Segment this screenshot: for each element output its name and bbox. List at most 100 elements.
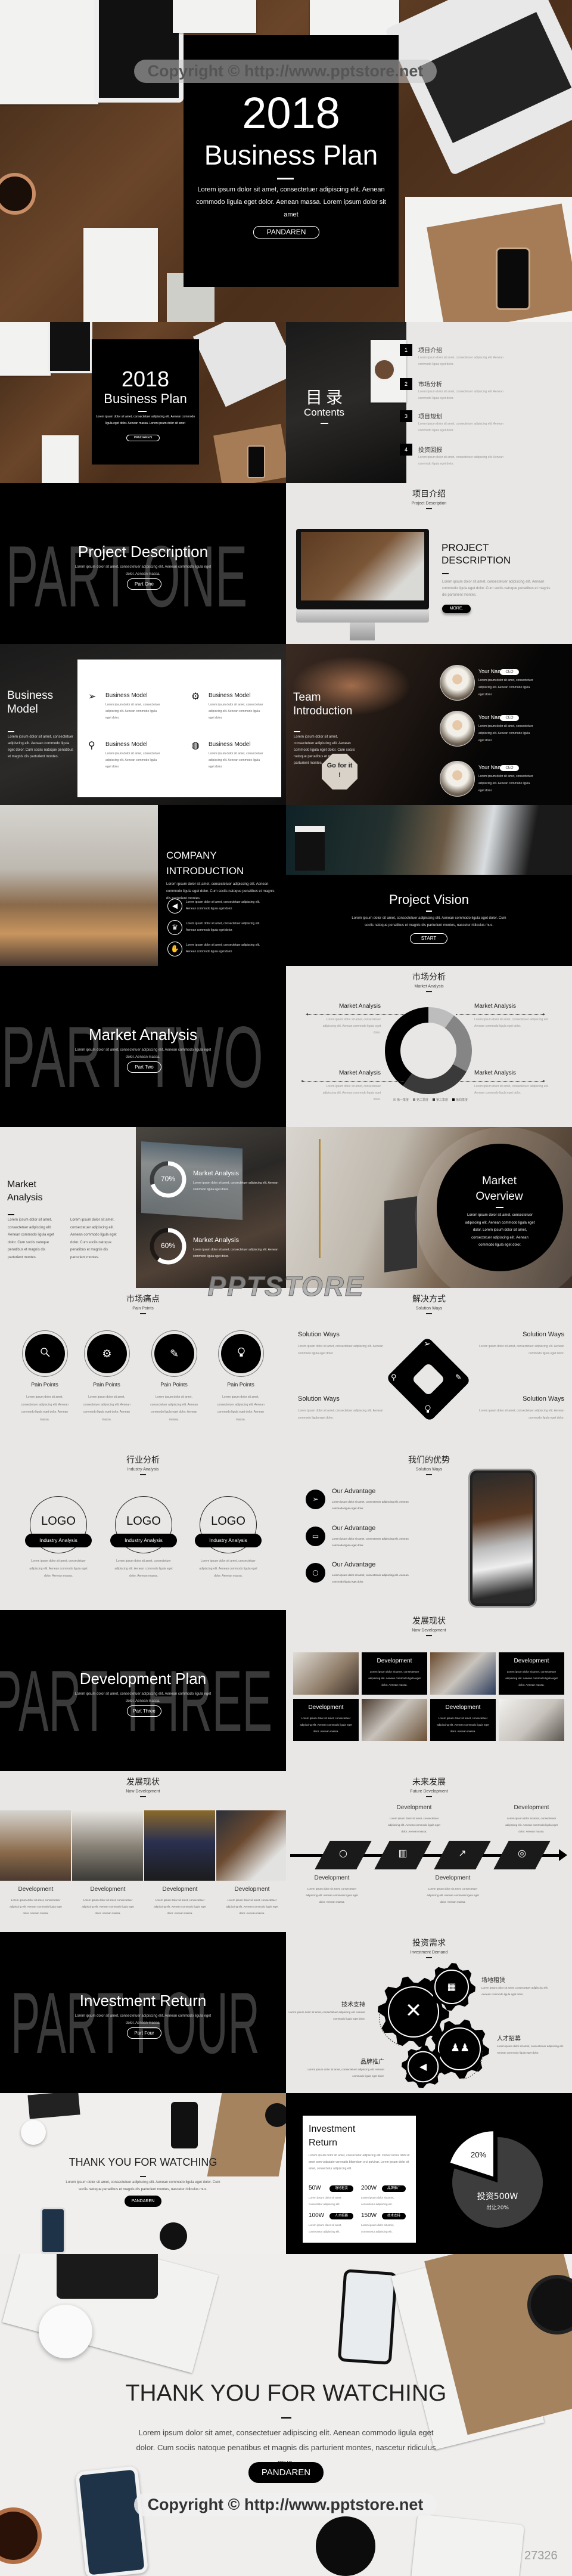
mug-photo <box>160 2222 187 2250</box>
thanks-pandaren-button[interactable]: PANDAREN <box>125 2196 161 2207</box>
slide-investment-demand[interactable]: 投资需求 Investment Demand ▦ ✕ ♟♟ ◀ 场地租赁 Lorem ips… <box>286 1932 572 2093</box>
future-text: Lorem ipsum dolor sit amet, consectetuer… <box>505 1817 558 1833</box>
part-two-button[interactable]: Part Two <box>127 1061 161 1073</box>
final-pandaren-button[interactable]: PANDAREN <box>248 2462 324 2483</box>
lamp-photo <box>319 1139 321 1258</box>
slide-part-three[interactable]: PART THREE Development Plan Lorem ipsum … <box>0 1610 286 1771</box>
slide-company-introduction[interactable]: COMPANY INTRODUCTION Lorem ipsum dolor s… <box>0 805 286 966</box>
slide-investment-return[interactable]: Investment Return Lorem ipsum dolor sit … <box>286 2093 572 2254</box>
start-button[interactable]: START <box>410 933 447 944</box>
development-card-text: Lorem ipsum dolor sit amet, consectetuer… <box>368 1670 421 1686</box>
pie-sub-label: 出让20% <box>486 2205 509 2211</box>
header-en: Solution Ways <box>415 1306 443 1311</box>
slide-team-introduction[interactable]: Team Introduction Lorem ipsum dolor sit … <box>286 644 572 805</box>
slide-pain-points[interactable]: 市场痛点 Pain Points Pain Points Lorem ipsum d… <box>0 1288 286 1449</box>
project-description-text: Lorem ipsum dolor sit amet, consectetuer… <box>442 580 551 597</box>
cover-description: Lorem ipsum dolor sit amet, consectetuer… <box>95 415 195 425</box>
business-model-item-text: Lorem ipsum dolor sit amet, consectetuer… <box>105 752 160 769</box>
part-four-button[interactable]: Part Four <box>127 2027 161 2039</box>
advantage-text: Lorem ipsum dolor sit amet, consectetuer… <box>332 1500 409 1510</box>
team-title: Team Introduction <box>293 691 353 717</box>
cover-description: Lorem ipsum dolor sit amet, consectetuer… <box>196 186 386 218</box>
paper-plane-icon: ➢ <box>306 1490 325 1509</box>
demand-label: 场地租赁 <box>481 1977 505 1984</box>
demand-label: 技术支持 <box>341 2002 365 2008</box>
slide-part-four[interactable]: PART FOUR Investment Return Lorem ipsum … <box>0 1932 286 2093</box>
slide-cover-small[interactable]: 2018 Business Plan Lorem ipsum dolor sit… <box>0 322 286 483</box>
cover-divider <box>138 411 147 412</box>
legend-item: 第一季度 <box>393 1098 409 1102</box>
industry-text: Lorem ipsum dolor sit amet, consectetuer… <box>29 1559 88 1578</box>
phone-sync-photo <box>74 2466 149 2576</box>
slide-project-vision[interactable]: Project Vision Lorem ipsum dolor sit ame… <box>286 805 572 966</box>
imac-stand <box>350 623 375 640</box>
slide-future-development[interactable]: 未来发展 Future Development ○ Development Lorem… <box>286 1771 572 1932</box>
slide-our-advantage[interactable]: 我们的优势 Solution Ways ➢ Our Advantage Lorem i… <box>286 1449 572 1610</box>
business-model-item-text: Lorem ipsum dolor sit amet, consectetuer… <box>209 703 263 720</box>
slide-now-development-photos[interactable]: 发展现状 Now Development Development Lorem ips… <box>0 1771 286 1932</box>
contents-item-label[interactable]: 项目规划 <box>418 411 442 420</box>
slide-industry-analysis[interactable]: 行业分析 Industry Analysis LOGO Industry Analy… <box>0 1449 286 1610</box>
people-icon: ♟♟ <box>450 2042 470 2055</box>
industry-label-pill[interactable]: Industry Analysis <box>25 1534 92 1547</box>
development-card-text: Lorem ipsum dolor sit amet, consectetuer… <box>505 1670 558 1686</box>
industry-label-pill[interactable]: Industry Analysis <box>110 1534 177 1547</box>
future-label: Development <box>435 1875 471 1881</box>
business-model-item-title: Business Model <box>105 692 148 699</box>
slide-market-analysis-rings[interactable]: Market Analysis Lorem ipsum dolor sit am… <box>0 1127 286 1288</box>
cover-pandaren-button[interactable]: PANDAREN <box>126 435 160 441</box>
slide-contents[interactable]: 目录 Contents 1 项目介绍 Lorem ipsum dolor sit a… <box>286 322 572 483</box>
contents-item-label[interactable]: 项目介绍 <box>418 345 442 354</box>
part-one-button[interactable]: Part One <box>127 578 161 590</box>
coffee-cup-photo <box>0 173 36 215</box>
legend-item: 第三季度 <box>433 1098 448 1102</box>
slide-now-development-grid[interactable]: 发展现状 Now Development Development Lorem ips… <box>286 1610 572 1771</box>
header-en: Project Description <box>411 501 447 506</box>
timeline-arrow-head <box>559 1849 567 1861</box>
slide-solution-ways[interactable]: 解决方式 Solution Ways ➢ ⚲ ✎ Solution Ways Lor… <box>286 1288 572 1449</box>
cover-pandaren-button[interactable]: PANDAREN <box>253 226 319 239</box>
percentage-ring: 70% <box>149 1160 187 1199</box>
development-text: Lorem ipsum dolor sit amet, consectetuer… <box>154 1899 206 1915</box>
market-label: Market Analysis <box>474 1003 517 1010</box>
coffee-cup-photo <box>295 826 325 871</box>
lightbulb-icon <box>425 1405 431 1413</box>
member-description: Lorem ipsum dolor sit amet, consectetuer… <box>478 724 533 742</box>
coffee-cup-photo <box>372 358 396 382</box>
project-heading: PROJECT DESCRIPTION <box>442 542 511 566</box>
demand-text: Lorem ipsum dolor sit amet, consectetuer… <box>307 2068 384 2077</box>
growth-chart-icon: ↗ <box>458 1847 467 1859</box>
more-button[interactable]: MORE. <box>442 605 471 613</box>
logo-text: LOGO <box>211 1515 245 1528</box>
investment-tag: 技术支持 <box>382 2213 406 2219</box>
megaphone-icon: ◀ <box>167 899 182 914</box>
slide-part-one[interactable]: PART ONE Project Description Lorem ipsum… <box>0 483 286 644</box>
company-item-text: Lorem ipsum dolor sit amet, consectetuer… <box>186 943 260 953</box>
industry-label-pill[interactable]: Industry Analysis <box>195 1534 262 1547</box>
analysis-title: Market Analysis <box>7 1179 43 1203</box>
part-three-button[interactable]: Part Three <box>127 1705 161 1717</box>
arrow-head <box>543 1013 545 1015</box>
ring-label: Market Analysis <box>193 1237 240 1244</box>
contents-number-box: 3 <box>400 410 412 422</box>
slide-market-overview[interactable]: Market Overview Lorem ipsum dolor sit am… <box>286 1127 572 1288</box>
coffee-mug-photo <box>0 2507 42 2564</box>
lightbulb-icon <box>237 1347 245 1361</box>
final-thank-you-slide[interactable]: THANK YOU FOR WATCHING Lorem ipsum dolor… <box>0 2254 572 2576</box>
report-photo <box>173 0 256 33</box>
coffee-desk-photo <box>286 805 572 875</box>
contents-item-label[interactable]: 市场分析 <box>418 379 442 388</box>
contents-item-label[interactable]: 投资回报 <box>418 445 442 454</box>
slide-project-description[interactable]: 项目介绍 Project Description PROJECT DESCRIPT… <box>286 483 572 644</box>
paper-plane-icon: ➢ <box>88 691 97 702</box>
investment-text: Lorem ipsum dolor sit amet, consectetur … <box>309 2224 342 2233</box>
header-divider <box>426 1635 432 1636</box>
member-role-badge: CEO <box>500 765 519 771</box>
pain-point-circle <box>221 1334 261 1373</box>
slide-thank-you-small[interactable]: THANK YOU FOR WATCHING Lorem ipsum dolor… <box>0 2093 286 2254</box>
coffee-lid-photo <box>39 2305 92 2358</box>
slide-part-two[interactable]: PART TWO Market Analysis Lorem ipsum dol… <box>0 966 286 1127</box>
slide-business-model[interactable]: Business Model Lorem ipsum dolor sit ame… <box>0 644 286 805</box>
slide-market-analysis-donut[interactable]: 市场分析 Market Analysis Market Analysis Lorem… <box>286 966 572 1127</box>
office-meeting-photo <box>0 805 158 966</box>
